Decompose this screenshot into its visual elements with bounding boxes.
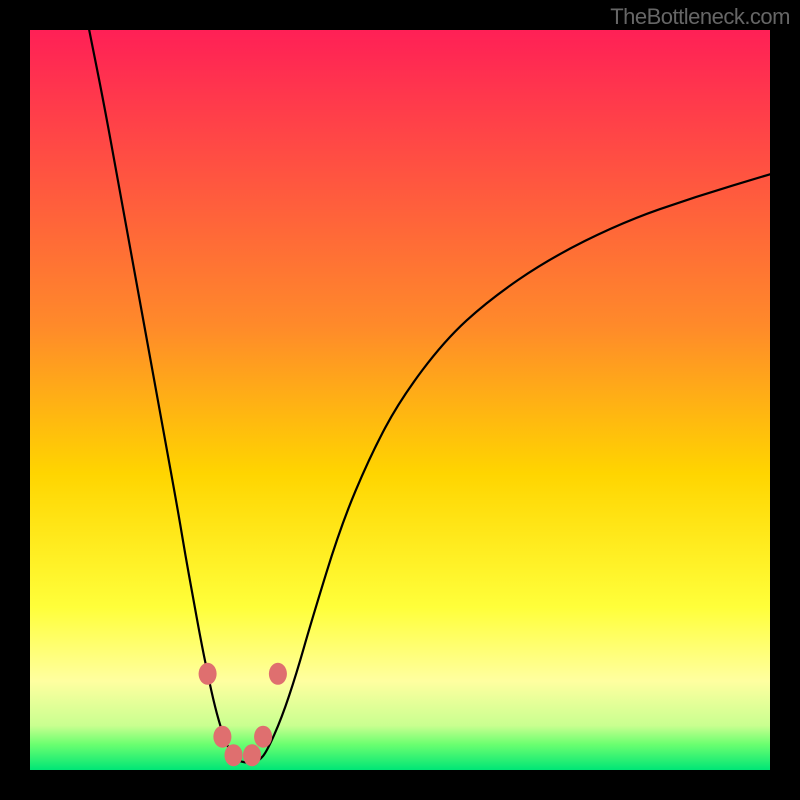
bottleneck-chart [30, 30, 770, 770]
plot-background [30, 30, 770, 770]
curve-marker [243, 744, 261, 766]
curve-marker [213, 726, 231, 748]
curve-marker [269, 663, 287, 685]
curve-marker [224, 744, 242, 766]
watermark-text: TheBottleneck.com [610, 4, 790, 30]
curve-marker [199, 663, 217, 685]
chart-frame: TheBottleneck.com [0, 0, 800, 800]
curve-marker [254, 726, 272, 748]
